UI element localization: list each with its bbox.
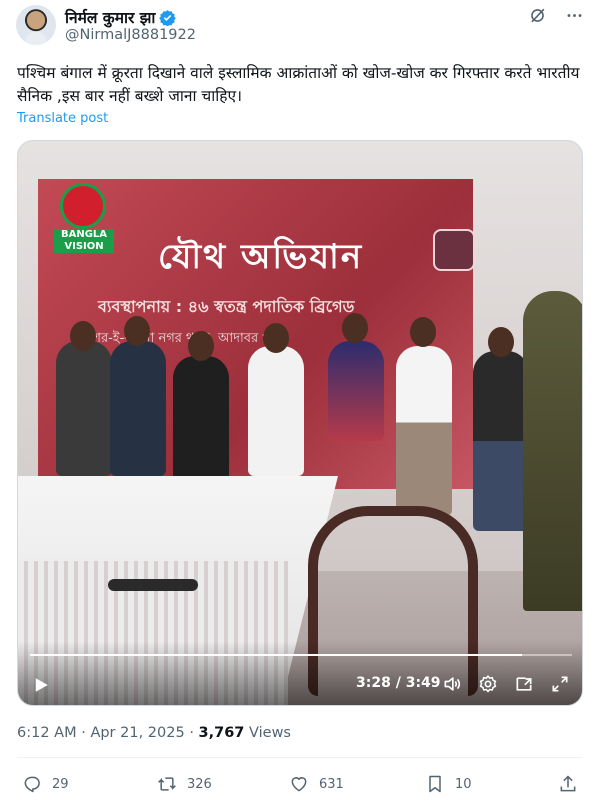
person-head	[410, 317, 436, 347]
verified-badge-icon	[159, 9, 177, 26]
person-head	[188, 331, 214, 361]
bookmark-button[interactable]: 10	[425, 774, 472, 794]
volume-icon[interactable]	[442, 674, 462, 694]
video-current-time: 3:28	[356, 675, 391, 691]
repost-icon	[158, 777, 176, 791]
like-icon	[291, 777, 307, 792]
tweet-time[interactable]: 6:12 AM	[17, 725, 77, 741]
reply-icon	[24, 776, 40, 793]
share-icon	[560, 775, 576, 792]
meta-separator: ·	[189, 725, 194, 741]
person-figure	[396, 346, 452, 516]
play-icon[interactable]	[32, 676, 50, 694]
video-progress-fill	[30, 654, 523, 656]
grok-icon[interactable]	[528, 6, 547, 25]
bookmark-count: 10	[455, 776, 472, 792]
person-head	[342, 313, 368, 343]
reply-button[interactable]: 29	[22, 774, 69, 794]
pip-icon[interactable]	[514, 674, 534, 694]
meta-separator: ·	[81, 725, 86, 741]
person-figure	[328, 341, 384, 441]
like-count: 631	[319, 776, 344, 792]
banner-emblem	[433, 229, 475, 271]
video-progress-bar[interactable]	[30, 654, 572, 656]
channel-logo-text: BANGLA VISION	[54, 229, 114, 253]
person-head	[124, 316, 150, 346]
tweet-video[interactable]: যৌথ অভিযান ব্যবস্থাপনায় : ৪৬ স্বতন্ত্র …	[17, 140, 583, 706]
reply-count: 29	[52, 776, 69, 792]
author-display-name[interactable]: निर्मल कुमार झा	[65, 6, 155, 28]
person-figure	[110, 341, 166, 476]
header-actions	[528, 6, 584, 25]
tweet-meta: 6:12 AM · Apr 21, 2025 · 3,767 Views	[17, 725, 291, 741]
person-head	[70, 321, 96, 351]
author-avatar[interactable]	[16, 5, 56, 45]
video-controls-overlay	[18, 641, 582, 705]
channel-logo: BANGLA VISION	[54, 183, 114, 253]
author-handle[interactable]: @NirmalJ8881922	[65, 27, 196, 43]
video-time: 3:28 / 3:49	[356, 675, 441, 691]
author-name-row[interactable]: निर्मल कुमार झा	[65, 6, 177, 28]
person-figure	[56, 341, 112, 476]
share-button[interactable]	[558, 774, 578, 794]
soldier-figure	[523, 291, 582, 611]
repost-count: 326	[187, 776, 212, 792]
translate-post-link[interactable]: Translate post	[17, 111, 108, 126]
banner-title: যৌথ অভিযান	[158, 237, 364, 277]
channel-logo-mark	[60, 183, 106, 229]
microphone	[108, 579, 198, 591]
tweet-date[interactable]: Apr 21, 2025	[90, 725, 184, 741]
repost-button[interactable]: 326	[157, 774, 212, 794]
views-label: Views	[249, 725, 291, 741]
views-count: 3,767	[198, 725, 245, 741]
more-icon[interactable]	[565, 6, 584, 25]
person-figure	[173, 356, 229, 481]
settings-icon[interactable]	[478, 674, 498, 694]
person-figure	[248, 346, 304, 476]
video-duration: 3:49	[405, 675, 441, 691]
video-time-separator: /	[395, 675, 406, 691]
tweet-actions: 29 326 631 10	[0, 774, 598, 798]
tweet-text: पश्चिम बंगाल में क्रूरता दिखाने वाले इस्…	[17, 64, 580, 105]
bookmark-icon	[429, 775, 441, 793]
divider	[17, 757, 582, 758]
person-figure	[473, 351, 529, 531]
person-head	[263, 323, 289, 353]
fullscreen-icon[interactable]	[550, 674, 570, 694]
like-button[interactable]: 631	[289, 774, 344, 794]
person-head	[488, 327, 514, 357]
video-frame: যৌথ অভিযান ব্যবস্থাপনায় : ৪৬ স্বতন্ত্র …	[18, 141, 582, 705]
